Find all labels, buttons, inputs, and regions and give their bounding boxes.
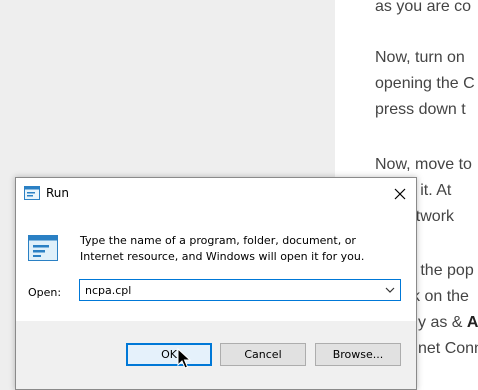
run-dialog: Run Type the name of a program, folder, …: [15, 177, 417, 390]
dialog-title: Run: [46, 186, 70, 200]
cancel-button[interactable]: Cancel: [220, 343, 306, 366]
close-button[interactable]: [384, 178, 416, 209]
title-bar[interactable]: Run: [16, 178, 416, 209]
article-line: Now, turn on: [375, 49, 465, 66]
article-line: press down t: [375, 101, 466, 118]
open-label: Open:: [28, 286, 62, 299]
run-icon: [24, 186, 40, 200]
article-line: Now, move to: [375, 156, 472, 173]
ok-button[interactable]: OK: [126, 343, 212, 366]
open-combobox[interactable]: [79, 279, 401, 301]
dialog-description: Type the name of a program, folder, docu…: [80, 234, 365, 263]
article-line: opening the C: [375, 75, 475, 92]
article-line: y as & Al: [418, 313, 478, 333]
article-line: e the pop: [407, 262, 474, 279]
article-line-text: y as &: [418, 314, 467, 331]
article-line: k on the: [412, 288, 469, 305]
close-icon: [394, 188, 406, 199]
mouse-pointer-icon: [177, 347, 192, 370]
dialog-content: Type the name of a program, folder, docu…: [16, 209, 416, 321]
browse-button[interactable]: Browse...: [315, 343, 401, 366]
article-line: net Conn: [418, 340, 478, 357]
dialog-footer: OK Cancel Browse...: [16, 321, 416, 389]
article-line: as you are co: [375, 0, 472, 15]
dropdown-button[interactable]: [382, 282, 398, 298]
chevron-down-icon: [385, 287, 395, 293]
open-input[interactable]: [82, 281, 377, 299]
article-bold-text: Al: [466, 314, 478, 331]
run-icon: [28, 235, 58, 261]
